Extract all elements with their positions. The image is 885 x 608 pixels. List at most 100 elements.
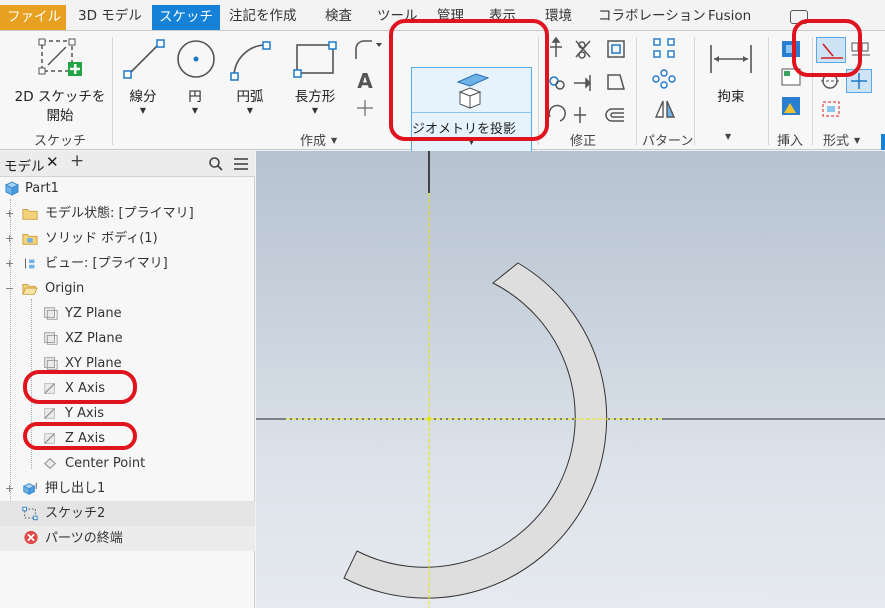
point-icon[interactable] [356, 99, 374, 117]
tree-item-yz-plane[interactable]: YZ Plane [0, 301, 255, 326]
close-icon[interactable]: ✕ [46, 153, 59, 171]
tree-label: モデル状態: [プライマリ] [45, 206, 194, 221]
search-icon[interactable] [208, 156, 224, 172]
show-format-icon[interactable] [820, 99, 844, 121]
end-of-part-icon [24, 530, 38, 545]
tree-item-sketch2[interactable]: スケッチ2 [0, 501, 255, 526]
extrude-icon [22, 482, 37, 495]
line-icon [123, 39, 165, 79]
start-sketch-label-1: 2D スケッチを [14, 89, 106, 105]
graphics-viewport[interactable] [256, 151, 885, 608]
tree-label: Center Point [65, 456, 146, 471]
line-dropdown-caret[interactable]: ▼ [118, 107, 168, 115]
create-panel-title[interactable]: 作成 ▼ [300, 130, 337, 149]
expand-icon[interactable]: + [5, 233, 14, 244]
circle-dropdown-caret[interactable]: ▼ [172, 107, 218, 115]
tree-item-extrusion1[interactable]: + 押し出し1 [0, 476, 255, 501]
arc-label: 円弧 [236, 89, 264, 105]
sketch-icon [22, 506, 38, 521]
rectangle-icon [293, 41, 337, 78]
expand-icon[interactable]: + [5, 208, 14, 219]
tree-label: Origin [45, 281, 85, 296]
plane-icon [44, 357, 58, 370]
line-label: 線分 [129, 89, 157, 105]
tree-item-center-point[interactable]: Center Point [0, 451, 255, 476]
sketch-arc-profile[interactable] [343, 262, 608, 599]
arc-icon [230, 41, 271, 81]
tree-label: XZ Plane [65, 331, 123, 346]
sketch-canvas[interactable] [256, 151, 885, 608]
tree-label: パーツの終端 [45, 531, 123, 546]
start-sketch-label-2: 開始 [46, 108, 74, 124]
rectangle-button[interactable]: 長方形 ▼ [286, 35, 344, 123]
plane-icon [44, 332, 58, 345]
menu-icon[interactable] [233, 157, 249, 171]
folder-open-icon [22, 284, 38, 295]
add-tab-icon[interactable]: + [70, 151, 84, 171]
rectangle-dropdown-caret[interactable]: ▼ [286, 107, 344, 115]
constrain-label: 拘束 [717, 89, 745, 105]
folder-icon [22, 234, 38, 245]
ribbon-separator [768, 37, 769, 145]
modify-tools-icons[interactable] [546, 37, 632, 123]
annotation-highlight-x-axis [23, 370, 137, 404]
tab-fusion[interactable]: Fusion [701, 4, 758, 28]
view-icon [25, 258, 35, 269]
annotation-highlight-z-axis [23, 422, 137, 450]
plane-icon [44, 307, 58, 320]
tree-item-model-state[interactable]: + モデル状態: [プライマリ] [0, 201, 255, 226]
tab-3d-model[interactable]: 3D モデル [71, 4, 149, 28]
format-panel-title[interactable]: 形式 ▼ [823, 130, 860, 149]
pattern-panel-title: パターン [642, 134, 694, 149]
annotation-highlight-project-geometry [389, 19, 549, 141]
arc-button[interactable]: 円弧 ▼ [224, 35, 276, 123]
tab-collaborate[interactable]: コラボレーション [591, 4, 713, 28]
origin-point[interactable] [427, 417, 431, 421]
sketch-panel-title: スケッチ [34, 134, 87, 149]
create-panel-caret: ▼ [331, 136, 338, 145]
constrain-panel-caret[interactable]: ▼ [725, 130, 731, 145]
tab-sketch[interactable]: スケッチ [152, 5, 220, 31]
tree-item-solid-bodies[interactable]: + ソリッド ボディ(1) [0, 226, 255, 251]
ribbon-separator [636, 37, 637, 145]
fillet-icon[interactable] [352, 39, 382, 61]
circle-button[interactable]: 円 ▼ [172, 35, 218, 123]
tree-label: ビュー: [プライマリ] [45, 256, 168, 271]
annotation-highlight-construction [792, 19, 862, 77]
expand-icon[interactable]: + [5, 258, 14, 269]
text-tool-button[interactable]: A [352, 69, 378, 93]
dimension-icon [710, 45, 752, 73]
center-point-icon [44, 458, 56, 469]
tree-item-part1[interactable]: Part1 [0, 176, 255, 201]
tree-label: ソリッド ボディ(1) [45, 231, 158, 246]
tree-label: 押し出し1 [45, 481, 106, 496]
tree-item-origin[interactable]: − Origin [0, 276, 255, 301]
line-button[interactable]: 線分 ▼ [118, 35, 168, 123]
collapse-icon[interactable]: − [5, 283, 14, 294]
insert-panel-title: 挿入 [777, 134, 804, 149]
circle-label: 円 [188, 89, 202, 105]
arc-dropdown-caret[interactable]: ▼ [224, 107, 276, 115]
browser-tab-model[interactable]: モデル [4, 155, 45, 175]
format-panel-caret: ▼ [854, 136, 861, 145]
constrain-button[interactable]: 拘束 [704, 37, 758, 107]
pattern-tools-icons[interactable] [652, 37, 678, 123]
tree-label: YZ Plane [65, 306, 122, 321]
part-icon [4, 181, 20, 196]
browser-header: モデル ✕ + [0, 151, 255, 177]
ribbon-blue-indicator [881, 134, 885, 150]
tab-inspect[interactable]: 検査 [318, 4, 359, 28]
tree-label: スケッチ2 [45, 506, 106, 521]
tree-item-view[interactable]: + ビュー: [プライマリ] [0, 251, 255, 276]
tree-item-end-of-part[interactable]: パーツの終端 [0, 526, 255, 551]
ribbon-separator [112, 37, 113, 145]
folder-icon [22, 209, 38, 220]
expand-icon[interactable]: + [5, 483, 14, 494]
tree-item-xz-plane[interactable]: XZ Plane [0, 326, 255, 351]
circle-icon [177, 40, 215, 78]
axis-icon [44, 408, 55, 419]
tab-file[interactable]: ファイル [0, 5, 66, 31]
ribbon-separator [694, 37, 695, 145]
tab-annotate[interactable]: 注記を作成 [222, 4, 304, 28]
start-2d-sketch-button[interactable]: 2D スケッチを 開始 [8, 37, 112, 127]
